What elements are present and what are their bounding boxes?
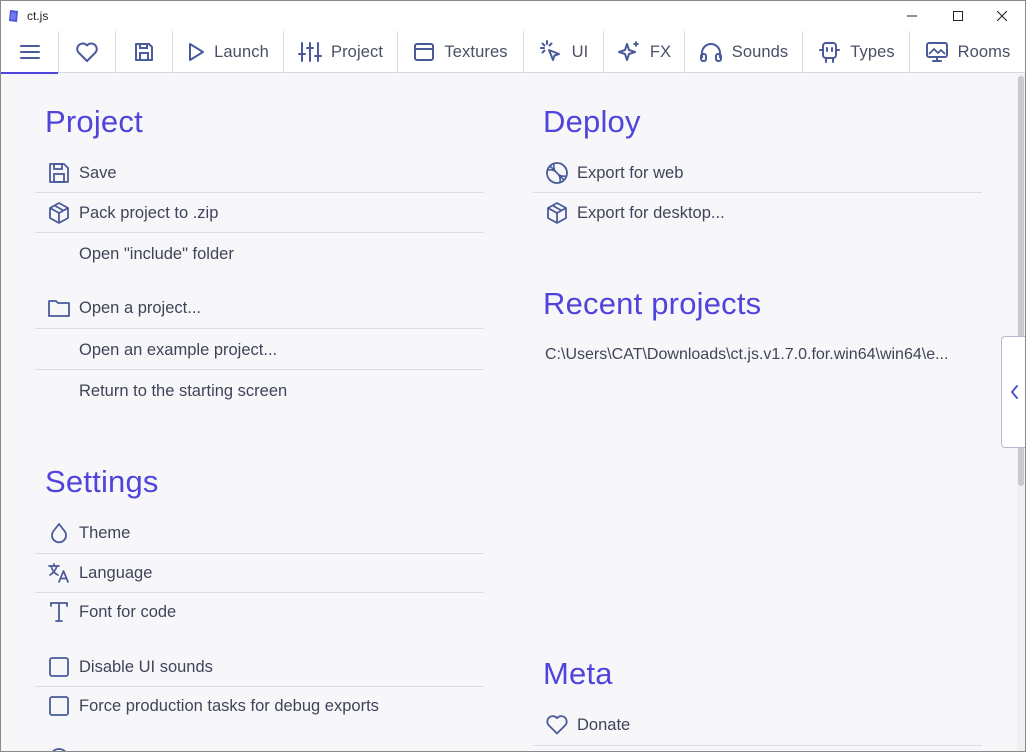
tab-fx-label: FX — [649, 42, 672, 61]
package-icon — [49, 202, 69, 224]
menu-item-label: Open a project... — [79, 298, 201, 317]
tab-launch-label: Launch — [214, 42, 269, 61]
tab-textures-label: Textures — [444, 42, 508, 61]
partial-menu-icon — [52, 748, 66, 751]
menu-item-open-example[interactable]: Open an example project... — [35, 330, 484, 370]
robot-icon — [819, 42, 841, 63]
meta-heading: Meta — [543, 656, 613, 691]
maximize-icon — [953, 11, 963, 21]
tab-rooms-label: Rooms — [957, 42, 1011, 61]
divider — [35, 328, 484, 329]
sparkles-icon — [617, 41, 639, 61]
maximize-button[interactable] — [935, 1, 981, 31]
menu-item-label: Language — [79, 563, 153, 582]
checkbox-force-production-tasks[interactable]: Force production tasks for debug exports — [35, 686, 484, 726]
menu-item-theme[interactable]: Theme — [35, 513, 484, 553]
checkbox-disable-ui-sounds[interactable]: Disable UI sounds — [35, 647, 484, 687]
tab-save[interactable] — [116, 31, 173, 73]
menu-item-label: Export for desktop... — [577, 203, 725, 222]
save-icon — [49, 163, 69, 183]
menu-item-save[interactable]: Save — [35, 153, 484, 193]
translate-icon — [48, 563, 69, 583]
minimize-button[interactable] — [889, 1, 935, 31]
tab-ui[interactable]: UI — [524, 31, 604, 73]
texture-icon — [414, 43, 435, 61]
monitor-image-icon — [925, 42, 948, 62]
menu-item-export-desktop[interactable]: Export for desktop... — [533, 193, 982, 233]
menu-item-return-start[interactable]: Return to the starting screen — [35, 371, 484, 411]
app-window: ct.js Launch Project Textures UI FX Soun… — [0, 0, 1026, 752]
menu-item-label: Save — [79, 163, 117, 182]
chevron-left-icon — [1010, 385, 1018, 399]
menu-item-font-for-code[interactable]: Font for code — [35, 592, 484, 632]
tab-fx[interactable]: FX — [604, 31, 685, 73]
deploy-heading: Deploy — [543, 104, 641, 139]
heart-icon — [546, 715, 568, 735]
minimize-icon — [907, 15, 917, 17]
menu-item-label: Pack project to .zip — [79, 203, 219, 222]
tab-rooms[interactable]: Rooms — [910, 31, 1025, 73]
play-icon — [189, 43, 205, 61]
tab-patrons[interactable] — [59, 31, 116, 73]
tab-textures[interactable]: Textures — [398, 31, 524, 73]
tab-ui-label: UI — [571, 42, 589, 61]
recent-project-link[interactable]: C:\Users\CAT\Downloads\ct.js.v1.7.0.for.… — [545, 346, 948, 364]
folder-icon — [48, 300, 70, 317]
side-panel-toggle[interactable] — [1001, 336, 1025, 448]
tab-types[interactable]: Types — [803, 31, 910, 73]
checkbox-label: Disable UI sounds — [79, 657, 213, 676]
type-icon — [50, 602, 68, 622]
menu-item-open-include-folder[interactable]: Open "include" folder — [35, 234, 484, 274]
project-heading: Project — [45, 104, 143, 139]
menu-item-label: Theme — [79, 523, 131, 542]
checkbox-label: Force production tasks for debug exports — [79, 696, 379, 715]
tab-project-label: Project — [330, 42, 384, 61]
tab-types-label: Types — [850, 42, 895, 61]
divider — [35, 369, 484, 370]
close-button[interactable] — [979, 1, 1025, 31]
sliders-icon — [297, 42, 322, 62]
ctjs-logo-icon — [9, 10, 18, 22]
tab-project[interactable]: Project — [284, 31, 398, 73]
pointer-click-icon — [539, 40, 560, 61]
settings-heading: Settings — [45, 464, 159, 499]
menu-item-label: Open "include" folder — [79, 244, 234, 263]
globe-icon — [546, 162, 568, 184]
menu-item-label: Export for web — [577, 163, 684, 182]
heart-icon — [76, 42, 98, 62]
menu-item-label: Font for code — [79, 602, 177, 621]
tab-sounds-label: Sounds — [731, 42, 789, 61]
save-icon — [135, 43, 153, 61]
divider — [533, 745, 982, 746]
tab-sounds[interactable]: Sounds — [685, 31, 803, 73]
menu-item-donate[interactable]: Donate — [533, 705, 982, 745]
menu-item-language[interactable]: Language — [35, 553, 484, 593]
menu-item-open-project[interactable]: Open a project... — [35, 288, 484, 328]
hamburger-menu-icon — [19, 45, 40, 59]
main-toolbar: Launch Project Textures UI FX Sounds Typ… — [1, 31, 1025, 74]
title-bar: ct.js — [1, 1, 1025, 31]
package-icon — [547, 202, 567, 224]
tab-menu[interactable] — [1, 31, 59, 74]
checkbox-icon — [49, 657, 69, 677]
menu-item-label: Donate — [577, 715, 631, 734]
droplet-icon — [51, 523, 67, 544]
menu-item-label: Open an example project... — [79, 340, 278, 359]
menu-item-pack-zip[interactable]: Pack project to .zip — [35, 193, 484, 233]
headphones-icon — [699, 43, 722, 62]
menu-item-label: Return to the starting screen — [79, 381, 288, 400]
main-menu-panel: Project Save Pack project to .zip Open "… — [1, 74, 1025, 751]
recent-projects-heading: Recent projects — [543, 286, 762, 321]
menu-item-export-web[interactable]: Export for web — [533, 153, 982, 193]
close-icon — [997, 11, 1007, 21]
divider — [35, 232, 484, 233]
tab-launch[interactable]: Launch — [173, 31, 284, 73]
window-title: ct.js — [27, 9, 49, 23]
checkbox-icon — [49, 696, 69, 716]
